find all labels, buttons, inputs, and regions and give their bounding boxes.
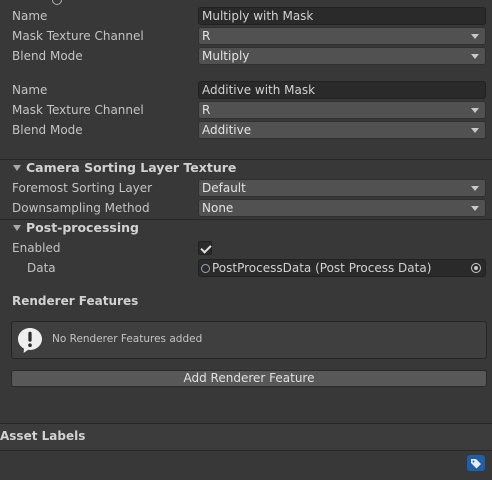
add-renderer-feature-button[interactable]: Add Renderer Feature [11,370,487,387]
layer2-mask-channel-dropdown[interactable]: R [198,101,486,119]
label-tag-icon[interactable] [467,455,485,471]
warning-icon [18,328,42,353]
post-process-data-field[interactable]: PostProcessData (Post Process Data) [198,259,486,277]
foremost-sorting-layer-label: Foremost Sorting Layer [12,181,153,195]
no-renderer-features-helpbox: No Renderer Features added [11,321,487,359]
chevron-down-icon [471,206,479,211]
layer1-blend-mode-dropdown[interactable]: Multiply [198,47,486,65]
layer2-mask-channel-label: Mask Texture Channel [12,103,144,117]
renderer-features-header: Renderer Features [12,294,139,308]
foldout-arrow-icon[interactable] [13,225,21,231]
downsampling-method-label: Downsampling Method [12,201,150,215]
layer1-mask-channel-label: Mask Texture Channel [12,29,144,43]
layer2-blend-mode-value: Additive [202,123,252,137]
downsampling-method-dropdown[interactable]: None [198,199,486,217]
layer2-blend-mode-label: Blend Mode [12,123,83,137]
chevron-down-icon [471,108,479,113]
layer1-name-label: Name [12,9,48,23]
cut-off-icon [52,0,62,5]
foremost-sorting-layer-dropdown[interactable]: Default [198,179,486,197]
object-picker-icon[interactable] [471,263,481,273]
layer2-mask-channel-value: R [202,103,211,117]
layer2-name-field[interactable]: Additive with Mask [198,81,486,99]
downsampling-method-value: None [202,201,234,215]
post-processing-header[interactable]: Post-processing [26,218,139,238]
foldout-arrow-icon[interactable] [13,165,21,171]
no-renderer-features-message: No Renderer Features added [52,333,203,345]
asset-icon [201,264,210,273]
foremost-sorting-layer-value: Default [202,181,246,195]
camera-sorting-header[interactable]: Camera Sorting Layer Texture [26,158,236,178]
chevron-down-icon [471,54,479,59]
chevron-down-icon [471,186,479,191]
layer1-name-field[interactable]: Multiply with Mask [198,7,486,25]
section-divider [0,450,492,451]
enabled-label: Enabled [12,241,61,255]
layer2-name-label: Name [12,83,48,97]
asset-labels-header: Asset Labels [0,429,86,443]
chevron-down-icon [471,128,479,133]
chevron-down-icon [471,34,479,39]
layer2-blend-mode-dropdown[interactable]: Additive [198,121,486,139]
data-label: Data [27,261,56,275]
enabled-checkbox[interactable] [198,241,212,255]
checkmark-icon [200,242,212,254]
layer1-mask-channel-value: R [202,29,211,43]
layer1-blend-mode-label: Blend Mode [12,49,83,63]
layer1-mask-channel-dropdown[interactable]: R [198,27,486,45]
post-process-data-value: PostProcessData (Post Process Data) [212,261,432,275]
layer1-blend-mode-value: Multiply [202,49,250,63]
